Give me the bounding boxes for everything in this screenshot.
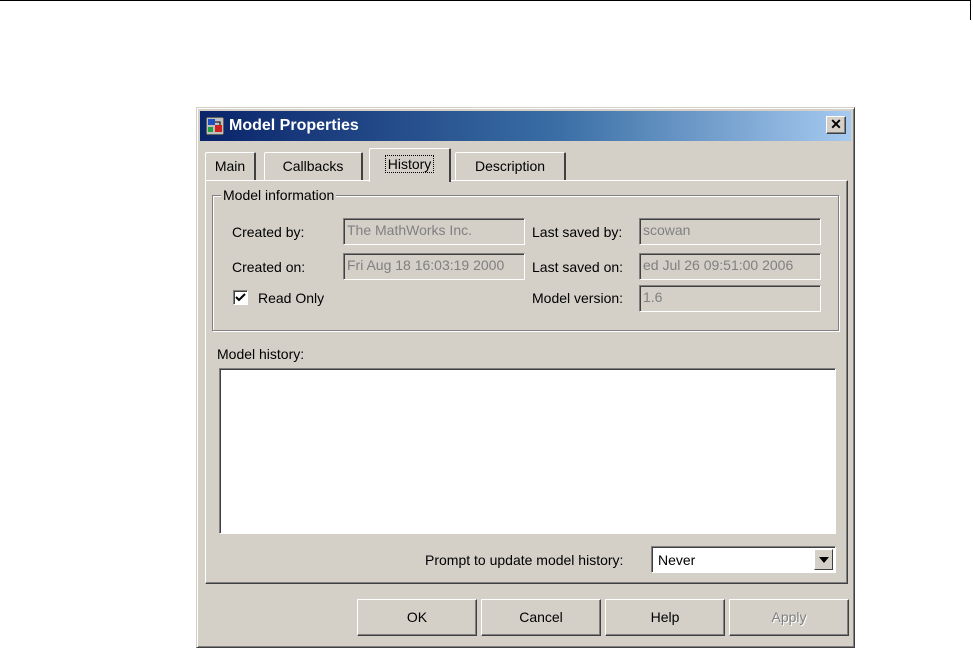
read-only-checkbox[interactable] (233, 290, 248, 305)
tab-main[interactable]: Main (205, 152, 256, 180)
help-button[interactable]: Help (605, 599, 725, 636)
model-version-label: Model version: (532, 290, 624, 306)
model-history-label: Model history: (217, 346, 305, 362)
last-saved-on-field[interactable]: ed Jul 26 09:51:00 2006 (639, 253, 821, 280)
model-information-label: Model information (221, 187, 337, 203)
created-on-field[interactable]: Fri Aug 18 16:03:19 2000 (343, 253, 525, 280)
tab-history-label: History (384, 155, 435, 173)
prompt-update-select[interactable]: Never (651, 546, 836, 573)
title-bar[interactable]: Model Properties ✕ (200, 111, 851, 141)
created-by-label: Created by: (232, 224, 305, 240)
cancel-button[interactable]: Cancel (481, 599, 601, 636)
model-history-textarea[interactable] (219, 368, 836, 534)
ok-button[interactable]: OK (357, 599, 477, 636)
prompt-update-value: Never (658, 552, 696, 568)
read-only-label: Read Only (258, 290, 325, 306)
tab-callbacks[interactable]: Callbacks (264, 152, 363, 180)
tab-description[interactable]: Description (455, 152, 566, 180)
close-button[interactable]: ✕ (826, 116, 846, 134)
tab-history[interactable]: History (369, 148, 451, 182)
model-version-field[interactable]: 1.6 (639, 285, 821, 312)
prompt-update-label: Prompt to update model history: (425, 552, 624, 568)
created-on-label: Created on: (232, 259, 306, 275)
close-icon: ✕ (830, 116, 842, 132)
last-saved-by-label: Last saved by: (532, 224, 623, 240)
simulink-model-icon (206, 117, 224, 135)
chevron-down-icon[interactable] (814, 549, 833, 570)
checkmark-icon (235, 293, 246, 302)
created-by-field[interactable]: The MathWorks Inc. (343, 218, 525, 245)
last-saved-by-field[interactable]: scowan (639, 218, 821, 245)
page-header-rule (0, 0, 971, 20)
window-title: Model Properties (229, 117, 359, 134)
apply-button[interactable]: Apply (729, 599, 849, 636)
last-saved-on-label: Last saved on: (532, 259, 624, 275)
model-properties-dialog: Model Properties ✕ Main Callbacks Histor… (196, 107, 855, 648)
